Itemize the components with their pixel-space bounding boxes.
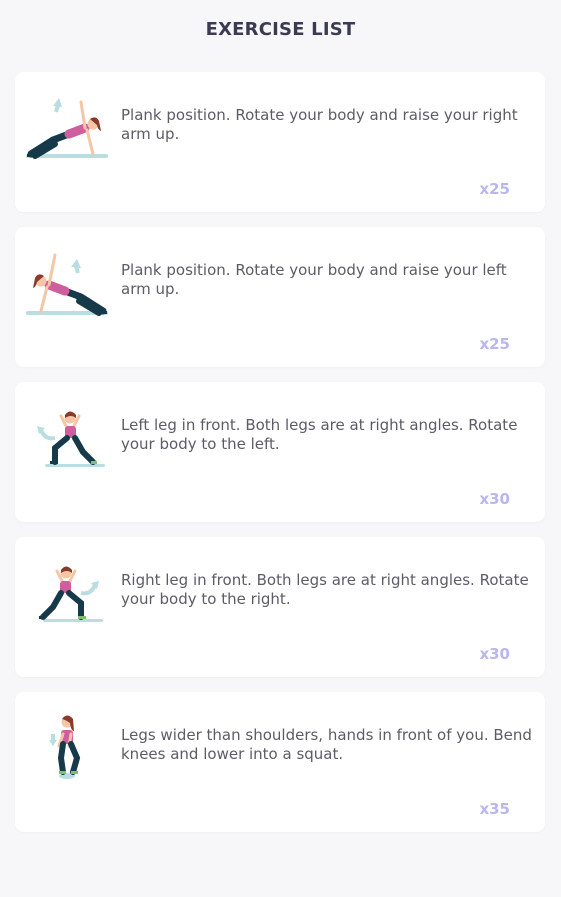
side-plank-right-arm-illustration bbox=[23, 84, 111, 166]
exercise-card[interactable]: Left leg in front. Both legs are at righ… bbox=[15, 382, 545, 522]
exercise-description: Plank position. Rotate your body and rai… bbox=[121, 261, 507, 298]
exercise-description: Right leg in front. Both legs are at rig… bbox=[121, 571, 529, 608]
lunge-twist-right-illustration bbox=[23, 549, 111, 631]
exercise-card[interactable]: Plank position. Rotate your body and rai… bbox=[15, 72, 545, 212]
reps-count: x35 bbox=[479, 800, 510, 818]
reps-count: x25 bbox=[479, 180, 510, 198]
exercise-card[interactable]: Right leg in front. Both legs are at rig… bbox=[15, 537, 545, 677]
reps-count: x30 bbox=[479, 645, 510, 663]
exercise-card[interactable]: Legs wider than shoulders, hands in fron… bbox=[15, 692, 545, 832]
lunge-twist-left-illustration bbox=[23, 394, 111, 476]
exercise-description: Left leg in front. Both legs are at righ… bbox=[121, 416, 518, 453]
page-title: EXERCISE LIST bbox=[205, 19, 356, 40]
side-plank-left-arm-illustration bbox=[23, 239, 111, 321]
reps-count: x30 bbox=[479, 490, 510, 508]
exercise-description: Legs wider than shoulders, hands in fron… bbox=[121, 726, 532, 763]
exercise-list: Plank position. Rotate your body and rai… bbox=[0, 60, 561, 832]
reps-count: x25 bbox=[479, 335, 510, 353]
exercise-card[interactable]: Plank position. Rotate your body and rai… bbox=[15, 227, 545, 367]
exercise-description: Plank position. Rotate your body and rai… bbox=[121, 106, 518, 143]
header: EXERCISE LIST bbox=[0, 0, 561, 60]
squat-illustration bbox=[23, 704, 111, 786]
